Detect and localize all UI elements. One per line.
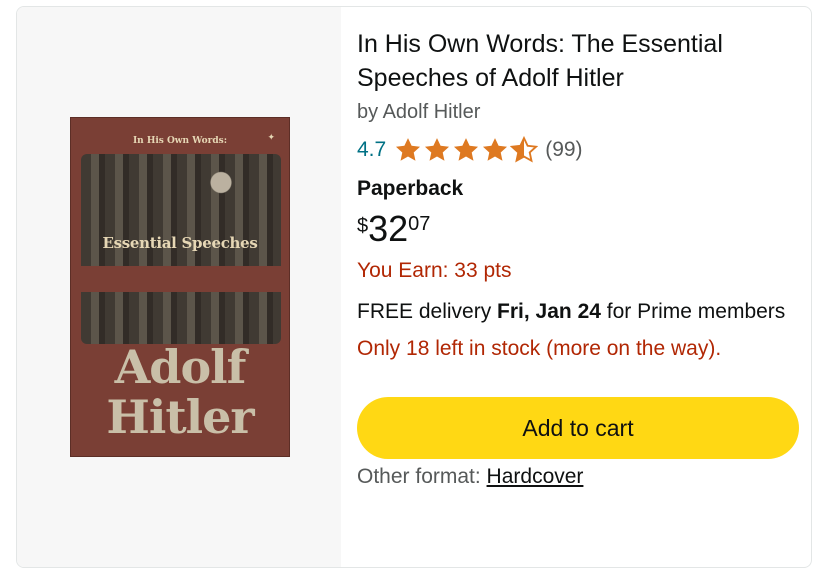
cover-author-first: Adolf	[114, 340, 247, 394]
product-details: In His Own Words: The Essential Speeches…	[357, 27, 803, 491]
star-full-icon	[483, 138, 508, 161]
rating-value[interactable]: 4.7	[357, 138, 386, 162]
product-price: $ 32 07	[357, 209, 803, 251]
delivery-date: Fri, Jan 24	[497, 300, 601, 323]
product-title[interactable]: In His Own Words: The Essential Speeches…	[357, 27, 803, 95]
rating-row[interactable]: 4.7 (99)	[357, 133, 803, 167]
product-title-line1[interactable]: In His Own Words: The Essential	[357, 30, 723, 58]
delivery-suffix: for Prime members	[600, 300, 786, 323]
delivery-info: FREE delivery Fri, Jan 24 for Prime memb…	[357, 295, 803, 329]
product-format[interactable]: Paperback	[357, 175, 803, 203]
star-full-icon	[425, 138, 450, 161]
add-to-cart-button[interactable]: Add to cart	[357, 397, 799, 459]
price-fraction: 07	[408, 213, 431, 235]
product-title-line2[interactable]: Speeches of Adolf Hitler	[357, 64, 624, 92]
product-card: ✦ In His Own Words: Essential Speeches A…	[16, 6, 812, 568]
reward-points: You Earn: 33 pts	[357, 259, 512, 282]
product-author: by Adolf Hitler	[357, 101, 481, 123]
star-full-icon	[454, 138, 479, 161]
star-full-icon	[396, 138, 421, 161]
star-rating[interactable]	[394, 136, 539, 164]
cover-subtitle: Essential Speeches	[102, 234, 258, 252]
delivery-prefix: FREE delivery	[357, 300, 498, 323]
product-image-pane[interactable]: ✦ In His Own Words: Essential Speeches A…	[17, 7, 341, 567]
other-format-label: Other format:	[357, 465, 487, 488]
other-format: Other format: Hardcover	[357, 463, 803, 491]
rating-count[interactable]: (99)	[545, 138, 582, 162]
stock-status: Only 18 left in stock (more on the way).	[357, 337, 722, 360]
cover-top-text: In His Own Words:	[132, 136, 228, 146]
star-half-icon	[510, 136, 539, 163]
book-cover-image[interactable]: ✦ In His Own Words: Essential Speeches A…	[70, 117, 290, 457]
cover-band	[81, 266, 281, 292]
other-format-link[interactable]: Hardcover	[487, 465, 584, 488]
cover-author-last: Hitler	[106, 390, 254, 444]
price-whole: 32	[368, 208, 409, 249]
price-symbol: $	[357, 215, 369, 237]
